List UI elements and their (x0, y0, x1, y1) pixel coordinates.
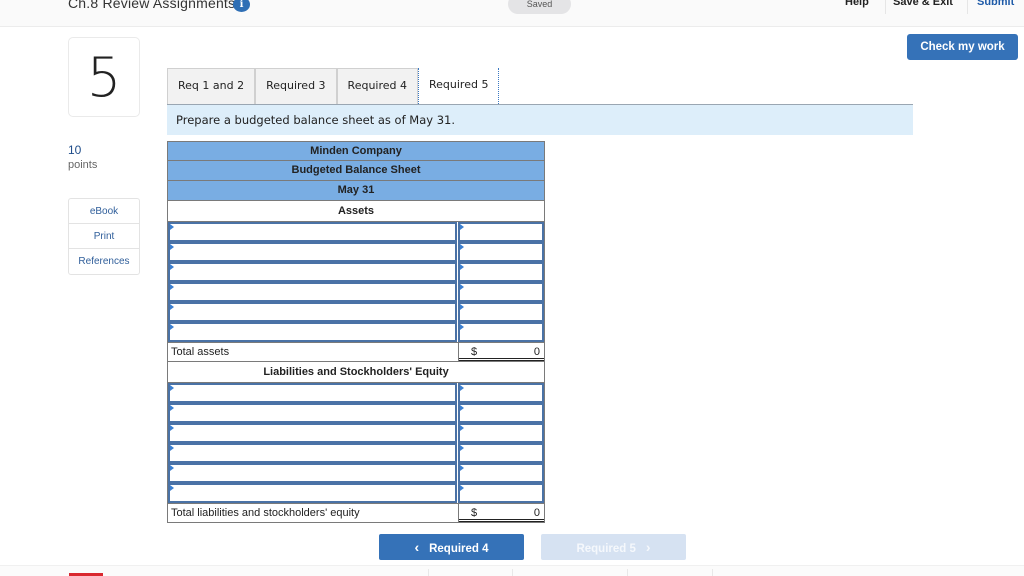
asset-row (167, 222, 545, 242)
ebook-link[interactable]: eBook (69, 199, 139, 224)
divider (885, 0, 886, 14)
asset-account-dropdown[interactable] (168, 302, 458, 322)
asset-amount-input[interactable] (458, 322, 544, 342)
divider (627, 569, 628, 576)
total-liabilities-value: 0 (533, 507, 540, 519)
liability-input-rows (167, 383, 545, 503)
liability-row (167, 443, 545, 463)
total-assets-label: Total assets (168, 343, 459, 361)
total-liabilities-label: Total liabilities and stockholders' equi… (168, 504, 459, 522)
total-assets-row: Total assets $ 0 (167, 342, 545, 362)
total-liabilities-row: Total liabilities and stockholders' equi… (167, 503, 545, 523)
liability-amount-input[interactable] (458, 483, 544, 503)
asset-amount-input[interactable] (458, 242, 544, 262)
next-requirement-button: Required 5 › (541, 534, 686, 560)
asset-account-dropdown[interactable] (168, 242, 458, 262)
points-label: points (68, 159, 98, 171)
company-name: Minden Company (167, 141, 545, 161)
asset-account-dropdown[interactable] (168, 322, 458, 342)
divider (967, 0, 968, 14)
liability-amount-input[interactable] (458, 423, 544, 443)
next-label: Required 5 (576, 543, 636, 555)
asset-row (167, 262, 545, 282)
tab-req-1-and-2[interactable]: Req 1 and 2 (167, 68, 256, 104)
chevron-right-icon: › (645, 539, 651, 555)
statement-date: May 31 (167, 181, 545, 201)
asset-amount-input[interactable] (458, 262, 544, 282)
save-exit-link[interactable]: Save & Exit (893, 0, 953, 8)
references-link[interactable]: References (69, 249, 139, 274)
liability-amount-input[interactable] (458, 443, 544, 463)
print-link[interactable]: Print (69, 224, 139, 249)
liability-row (167, 483, 545, 503)
assets-heading: Assets (167, 201, 545, 222)
asset-amount-input[interactable] (458, 222, 544, 242)
divider (428, 569, 429, 576)
chevron-left-icon: ‹ (414, 539, 420, 555)
asset-amount-input[interactable] (458, 302, 544, 322)
asset-account-dropdown[interactable] (168, 222, 458, 242)
check-my-work-button[interactable]: Check my work (907, 34, 1018, 60)
previous-requirement-button[interactable]: ‹ Required 4 (379, 534, 524, 560)
liability-account-dropdown[interactable] (168, 423, 458, 443)
liability-account-dropdown[interactable] (168, 483, 458, 503)
question-tools: eBook Print References (68, 198, 140, 275)
asset-row (167, 242, 545, 262)
liability-account-dropdown[interactable] (168, 383, 458, 403)
saved-status-badge: Saved (508, 0, 571, 14)
liability-account-dropdown[interactable] (168, 463, 458, 483)
asset-account-dropdown[interactable] (168, 282, 458, 302)
liability-account-dropdown[interactable] (168, 443, 458, 463)
asset-account-dropdown[interactable] (168, 262, 458, 282)
assignment-title: Ch.8 Review Assignments (68, 0, 236, 11)
liability-row (167, 423, 545, 443)
liability-amount-input[interactable] (458, 383, 544, 403)
requirement-tabs: Req 1 and 2 Required 3 Required 4 Requir… (167, 68, 500, 104)
previous-label: Required 4 (429, 543, 489, 555)
asset-input-rows (167, 222, 545, 342)
liability-row (167, 403, 545, 423)
instruction-prompt: Prepare a budgeted balance sheet as of M… (167, 105, 913, 135)
asset-row (167, 322, 545, 342)
help-link[interactable]: Help (845, 0, 869, 8)
asset-row (167, 282, 545, 302)
liability-amount-input[interactable] (458, 463, 544, 483)
liability-amount-input[interactable] (458, 403, 544, 423)
tab-required-3[interactable]: Required 3 (255, 68, 337, 104)
asset-row (167, 302, 545, 322)
liability-row (167, 463, 545, 483)
total-liabilities-amount: $ 0 (459, 504, 544, 522)
balance-sheet-table: Minden Company Budgeted Balance Sheet Ma… (167, 141, 545, 523)
total-assets-amount: $ 0 (459, 343, 544, 361)
tab-required-4[interactable]: Required 4 (336, 68, 418, 104)
total-assets-value: 0 (533, 346, 540, 358)
divider (512, 569, 513, 576)
liability-account-dropdown[interactable] (168, 403, 458, 423)
submit-link[interactable]: Submit (977, 0, 1014, 8)
divider (712, 569, 713, 576)
top-bar: Ch.8 Review Assignments i Saved Help Sav… (0, 0, 1024, 27)
asset-amount-input[interactable] (458, 282, 544, 302)
info-icon[interactable]: i (233, 0, 250, 12)
currency-symbol: $ (471, 346, 478, 358)
liability-row (167, 383, 545, 403)
currency-symbol: $ (471, 507, 478, 519)
points-value: 10 (68, 143, 82, 157)
liabilities-heading: Liabilities and Stockholders' Equity (167, 362, 545, 383)
tab-required-5[interactable]: Required 5 (418, 68, 500, 104)
statement-title: Budgeted Balance Sheet (167, 161, 545, 181)
question-number: 5 (68, 37, 140, 117)
